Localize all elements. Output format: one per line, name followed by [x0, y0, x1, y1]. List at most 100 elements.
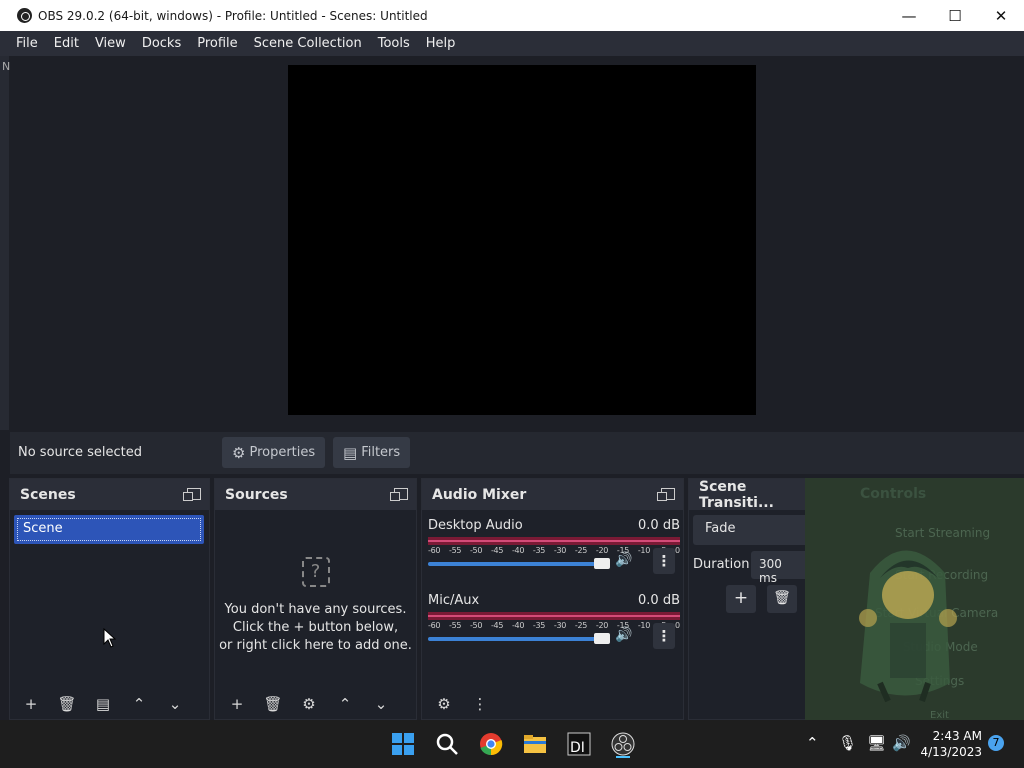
start-icon[interactable] [389, 730, 417, 758]
speaker-icon[interactable]: 🔊 [615, 627, 632, 643]
controls-title: Controls [860, 486, 927, 502]
character-overlay-image [859, 550, 957, 703]
scene-filters-icon[interactable]: ▤ [85, 697, 121, 712]
sources-title: Sources [225, 486, 288, 503]
minimize-button[interactable]: — [886, 0, 932, 31]
audio-mixer-header: Audio Mixer [422, 479, 683, 510]
menu-scene-collection[interactable]: Scene Collection [246, 36, 370, 51]
clock-date: 4/13/2023 [920, 745, 982, 759]
source-context-bar: No source selected ⚙ Properties ▤ Filter… [10, 432, 1024, 474]
properties-label: Properties [249, 445, 316, 460]
scenes-title: Scenes [20, 486, 76, 503]
menu-docks[interactable]: Docks [134, 36, 189, 51]
menu-bar: File Edit View Docks Profile Scene Colle… [0, 31, 1024, 56]
scene-list-item[interactable]: Scene [14, 515, 204, 544]
audio-channel: Mic/Aux 0.0 dB -60 -55 -50 -45 -40 -35 -30 -25-… [428, 593, 680, 649]
undock-icon[interactable] [183, 488, 201, 501]
menu-profile[interactable]: Profile [189, 36, 245, 51]
source-properties-icon[interactable]: ⚙ [291, 697, 327, 712]
mixer-menu-icon[interactable]: ⋮ [462, 697, 498, 712]
move-up-icon[interactable]: ⌃ [327, 697, 363, 712]
obs-taskbar-icon[interactable] [609, 730, 637, 758]
move-up-icon[interactable]: ⌃ [121, 697, 157, 712]
undock-icon[interactable] [657, 488, 675, 501]
channel-level: 0.0 dB [638, 593, 680, 608]
speaker-icon[interactable]: 🔊 [615, 552, 632, 568]
preview-area: N [0, 56, 1024, 430]
add-scene-icon[interactable]: + [13, 697, 49, 712]
transitions-header: Scene Transiti... [689, 478, 807, 511]
menu-view[interactable]: View [87, 36, 134, 51]
scenes-dock: Scenes Scene + 🗑 ▤ ⌃ ⌄ [9, 478, 210, 720]
preview-canvas[interactable] [288, 65, 756, 415]
audio-mixer-title: Audio Mixer [432, 486, 527, 503]
add-source-icon[interactable]: + [219, 697, 255, 712]
remove-scene-icon[interactable]: 🗑 [49, 697, 85, 712]
volume-meter [428, 612, 680, 620]
menu-tools[interactable]: Tools [370, 36, 418, 51]
clock[interactable]: 2:43 AM 4/13/2023 [920, 728, 982, 760]
scenes-header: Scenes [10, 479, 209, 510]
no-source-label: No source selected [18, 445, 142, 460]
close-button[interactable]: ✕ [978, 0, 1024, 31]
volume-meter [428, 537, 680, 545]
svg-text:DI: DI [570, 740, 585, 756]
chevron-up-icon[interactable]: ⌃ [806, 734, 819, 752]
volume-slider[interactable] [428, 633, 610, 644]
filter-icon: ▤ [343, 443, 358, 462]
sources-dock: Sources ? You don't have any sources. Cl… [214, 478, 417, 720]
meter-scale: -60-55-50-45-40-35-30-25-20-15-10-50 [428, 546, 680, 555]
volume-icon[interactable]: 🔊 [892, 734, 911, 752]
filters-button[interactable]: ▤ Filters [333, 437, 411, 468]
channel-name: Desktop Audio [428, 518, 523, 533]
move-down-icon[interactable]: ⌄ [363, 697, 399, 712]
obs-logo-icon [17, 8, 32, 23]
scene-transitions-dock: Scene Transiti... Fade Duration 300 ms +… [688, 478, 808, 720]
file-explorer-icon[interactable] [521, 730, 549, 758]
advanced-audio-icon[interactable]: ⚙ [426, 697, 462, 712]
edge-letter: N [2, 60, 11, 73]
preview-left-edge: N [0, 56, 11, 430]
mouse-cursor-icon [103, 628, 117, 648]
duration-label: Duration [693, 557, 750, 572]
network-icon[interactable]: 🖥 [867, 734, 886, 752]
empty-line-3: or right click here to add one. [219, 638, 412, 653]
empty-line-2: Click the + button below, [232, 620, 399, 635]
channel-menu-button[interactable]: ⋮ [653, 548, 675, 574]
controls-dock: Controls Start Streaming Start Recording… [805, 478, 1024, 721]
properties-button[interactable]: ⚙ Properties [222, 437, 326, 468]
clock-time: 2:43 AM [932, 729, 982, 743]
transition-select[interactable]: Fade [693, 515, 807, 545]
menu-edit[interactable]: Edit [46, 36, 87, 51]
sources-header: Sources [215, 479, 416, 510]
empty-line-1: You don't have any sources. [224, 602, 407, 617]
audio-mixer-dock: Audio Mixer Desktop Audio 0.0 dB -60 -55-… [421, 478, 684, 720]
undock-icon[interactable] [390, 488, 408, 501]
question-icon: ? [301, 557, 330, 587]
chrome-icon[interactable] [477, 730, 505, 758]
channel-menu-button[interactable]: ⋮ [653, 623, 675, 649]
transitions-title: Scene Transiti... [699, 478, 774, 511]
add-transition-button[interactable]: + [726, 585, 756, 613]
slider-handle[interactable] [594, 558, 610, 569]
gear-icon: ⚙ [232, 443, 246, 462]
scene-item-label: Scene [17, 518, 201, 541]
menu-help[interactable]: Help [418, 36, 464, 51]
channel-name: Mic/Aux [428, 593, 480, 608]
duration-input[interactable]: 300 ms [751, 551, 807, 585]
slider-handle[interactable] [594, 633, 610, 644]
remove-source-icon[interactable]: 🗑 [255, 697, 291, 712]
remove-transition-button[interactable]: 🗑 [767, 585, 797, 613]
volume-slider[interactable] [428, 558, 610, 569]
menu-file[interactable]: File [8, 36, 46, 51]
windows-taskbar: DI ⌃ 🎙 🖥 🔊 2:43 AM 4/13/2023 7 [0, 720, 1024, 768]
notification-badge[interactable]: 7 [988, 735, 1004, 751]
app-icon[interactable]: DI [565, 730, 593, 758]
channel-level: 0.0 dB [638, 518, 680, 533]
move-down-icon[interactable]: ⌄ [157, 697, 193, 712]
empty-sources-message[interactable]: ? You don't have any sources. Click the … [215, 557, 416, 655]
microphone-icon[interactable]: 🎙 [838, 734, 857, 752]
window-title: OBS 29.0.2 (64-bit, windows) - Profile: … [38, 8, 428, 23]
search-icon[interactable] [433, 730, 461, 758]
maximize-button[interactable]: ☐ [932, 0, 978, 31]
